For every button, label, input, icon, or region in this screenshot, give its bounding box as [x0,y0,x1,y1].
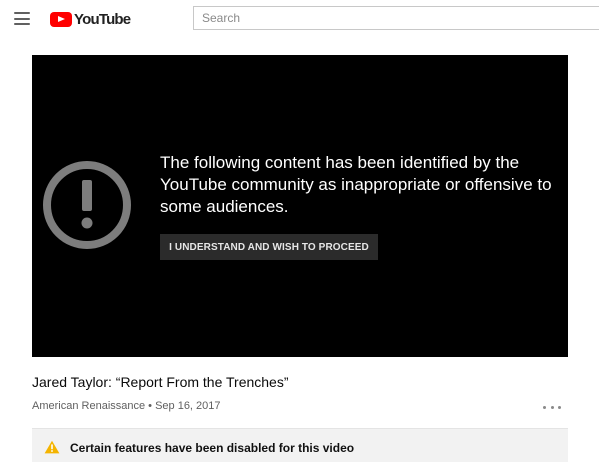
logo-text: YouTube [74,10,131,28]
hamburger-menu-icon[interactable] [14,12,30,25]
video-title: Jared Taylor: “Report From the Trenches” [32,374,289,390]
disabled-features-notice: Certain features have been disabled for … [32,428,568,462]
search-input[interactable] [193,6,599,30]
video-meta: American Renaissance • Sep 16, 2017 [32,400,221,412]
content-warning-message: The following content has been identifie… [160,153,552,216]
youtube-watch-page: YouTube The following content has been i… [0,0,600,462]
notice-text: Certain features have been disabled for … [70,441,355,455]
exclamation-circle-icon [43,161,131,249]
video-player[interactable]: The following content has been identifie… [32,55,568,357]
more-actions-icon[interactable] [543,402,561,412]
warning-triangle-icon [44,440,60,454]
youtube-logo[interactable]: YouTube [50,10,131,28]
masthead: YouTube [0,0,600,38]
youtube-play-icon [50,11,72,27]
proceed-button[interactable]: I UNDERSTAND AND WISH TO PROCEED [160,234,378,260]
